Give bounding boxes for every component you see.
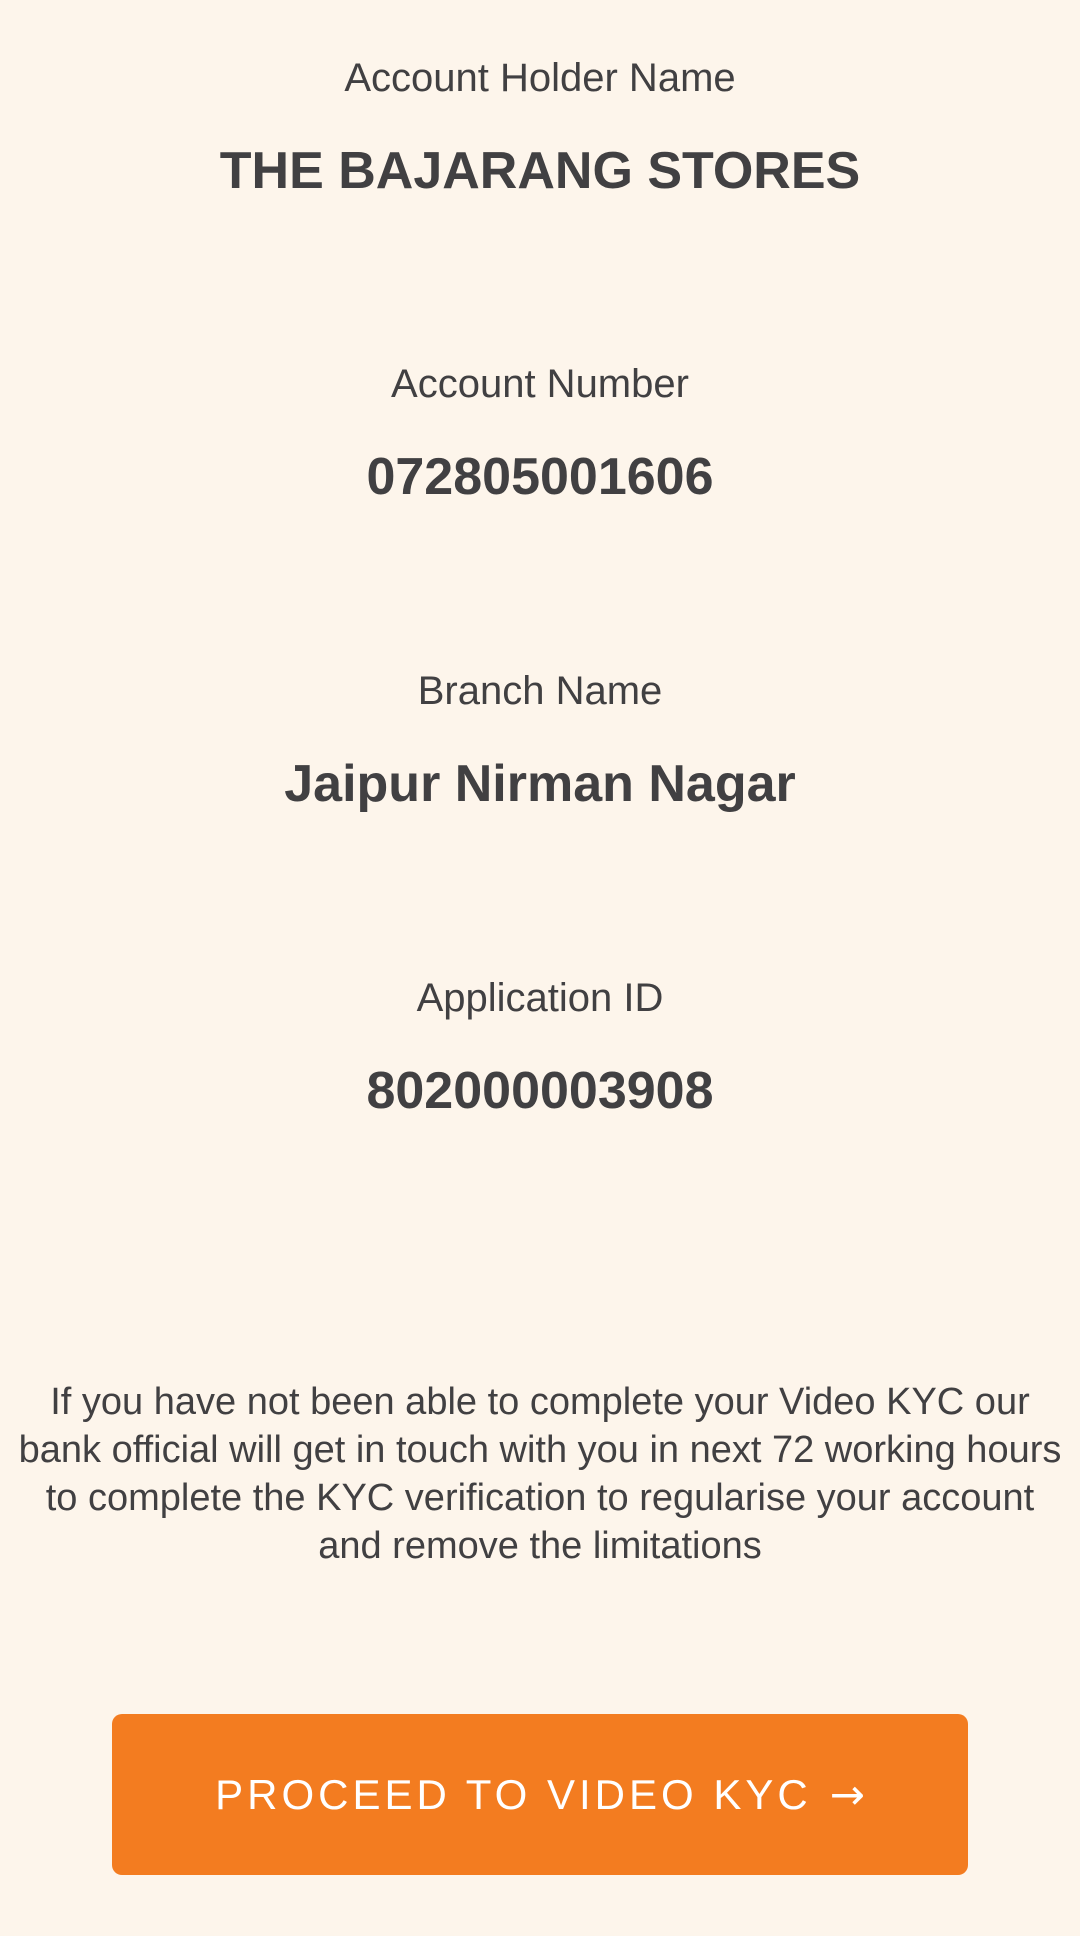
proceed-to-video-kyc-button[interactable]: PROCEED TO VIDEO KYC → [112,1714,968,1875]
account-holder-label: Account Holder Name [344,56,736,100]
application-id-value: 802000003908 [366,1062,714,1120]
arrow-right-icon: → [829,1770,865,1819]
branch-name-value: Jaipur Nirman Nagar [284,755,796,813]
proceed-button-label: PROCEED TO VIDEO KYC [215,1770,812,1818]
account-number-label: Account Number [391,362,689,406]
account-holder-section: Account Holder Name THE BAJARANG STORES [0,54,1080,202]
branch-name-label: Branch Name [417,669,663,713]
kyc-notice-text: If you have not been able to complete yo… [18,1381,1062,1567]
branch-section: Branch Name Jaipur Nirman Nagar [0,667,1080,815]
account-holder-value: THE BAJARANG STORES [219,142,861,200]
application-id-label: Application ID [416,976,664,1020]
account-number-section: Account Number 072805001606 [0,360,1080,508]
account-number-value: 072805001606 [366,448,714,506]
application-section: Application ID 802000003908 [0,974,1080,1122]
